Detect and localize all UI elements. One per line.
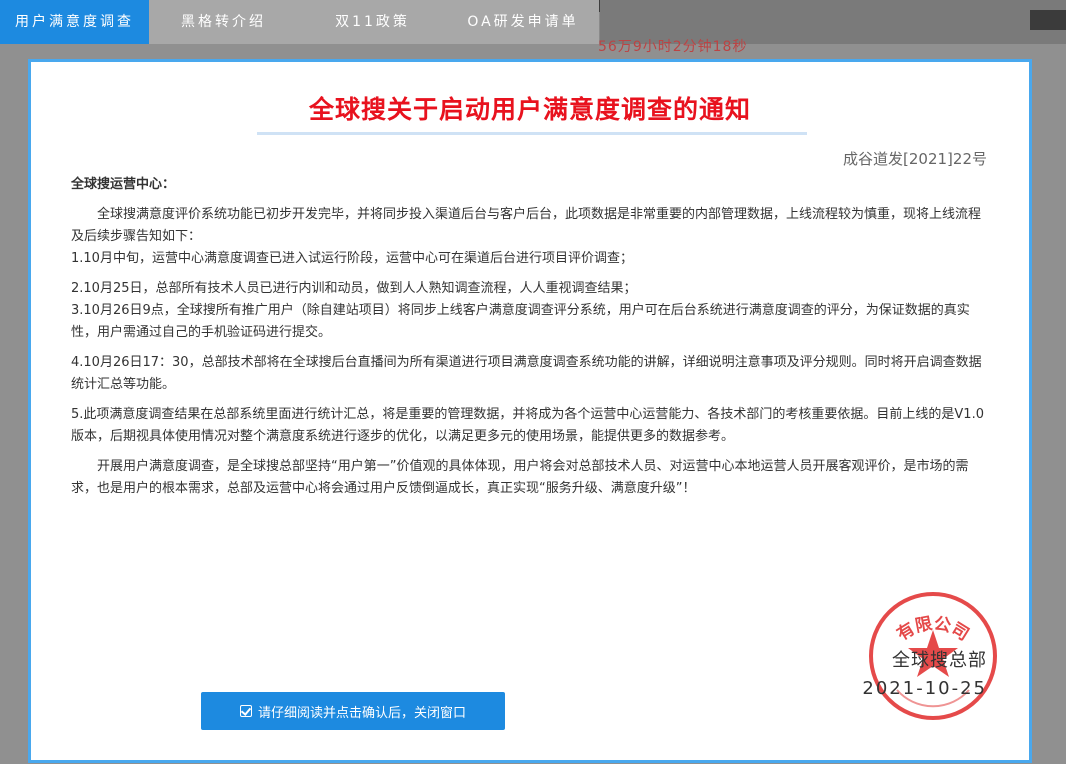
step-2: 2.10月25日，总部所有技术人员已进行内训和动员，做到人人熟知调查流程，人人重… — [71, 281, 637, 296]
closing-paragraph: 开展用户满意度调查，是全球搜总部坚持“用户第一”价值观的具体体现，用户将会对总部… — [71, 459, 969, 496]
notice-modal: 全球搜关于启动用户满意度调查的通知 成谷道发[2021]22号 全球搜运营中心：… — [28, 59, 1032, 763]
step-4: 4.10月26日17：30，总部技术部将在全球搜后台直播间为所有渠道进行项目满意… — [71, 355, 982, 392]
confirm-button-label: 请仔细阅读并点击确认后，关闭窗口 — [257, 705, 466, 721]
recipient: 全球搜运营中心： — [71, 177, 176, 192]
notice-title: 全球搜关于启动用户满意度调查的通知 — [308, 95, 751, 124]
tab-oa-request[interactable]: OA研发申请单 — [447, 0, 599, 44]
signature-date: 2021-10-25 — [862, 678, 987, 699]
confirm-close-button[interactable]: 请仔细阅读并点击确认后，关闭窗口 — [201, 692, 505, 730]
tab-double11-policy[interactable]: 双11政策 — [298, 0, 447, 44]
intro-paragraph: 全球搜满意度评价系统功能已初步开发完毕，并将同步投入渠道后台与客户后台，此项数据… — [71, 207, 982, 244]
step-3: 3.10月26日9点，全球搜所有推广用户（除自建站项目）将同步上线客户满意度调查… — [71, 303, 970, 340]
background-text: 56万9小时2分钟18秒 — [598, 39, 748, 55]
step-5: 5.此项满意度调查结果在总部系统里面进行统计汇总，将是重要的管理数据，并将成为各… — [71, 407, 984, 444]
signature-org: 全球搜总部 — [892, 650, 987, 671]
tab-satisfaction-survey[interactable]: 用户满意度调查 — [0, 0, 149, 44]
document-number: 成谷道发[2021]22号 — [843, 150, 987, 168]
notice-tabs: 用户满意度调查 黑格转介绍 双11政策 OA研发申请单 — [0, 0, 599, 44]
step-1: 1.10月中旬，运营中心满意度调查已进入试运行阶段，运营中心可在渠道后台进行项目… — [71, 251, 633, 266]
checkbox-icon — [239, 705, 252, 717]
title-underline — [257, 132, 807, 135]
notice-body: 全球搜运营中心： 全球搜满意度评价系统功能已初步开发完毕，并将同步投入渠道后台与… — [71, 174, 991, 500]
tab-referral[interactable]: 黑格转介绍 — [149, 0, 298, 44]
